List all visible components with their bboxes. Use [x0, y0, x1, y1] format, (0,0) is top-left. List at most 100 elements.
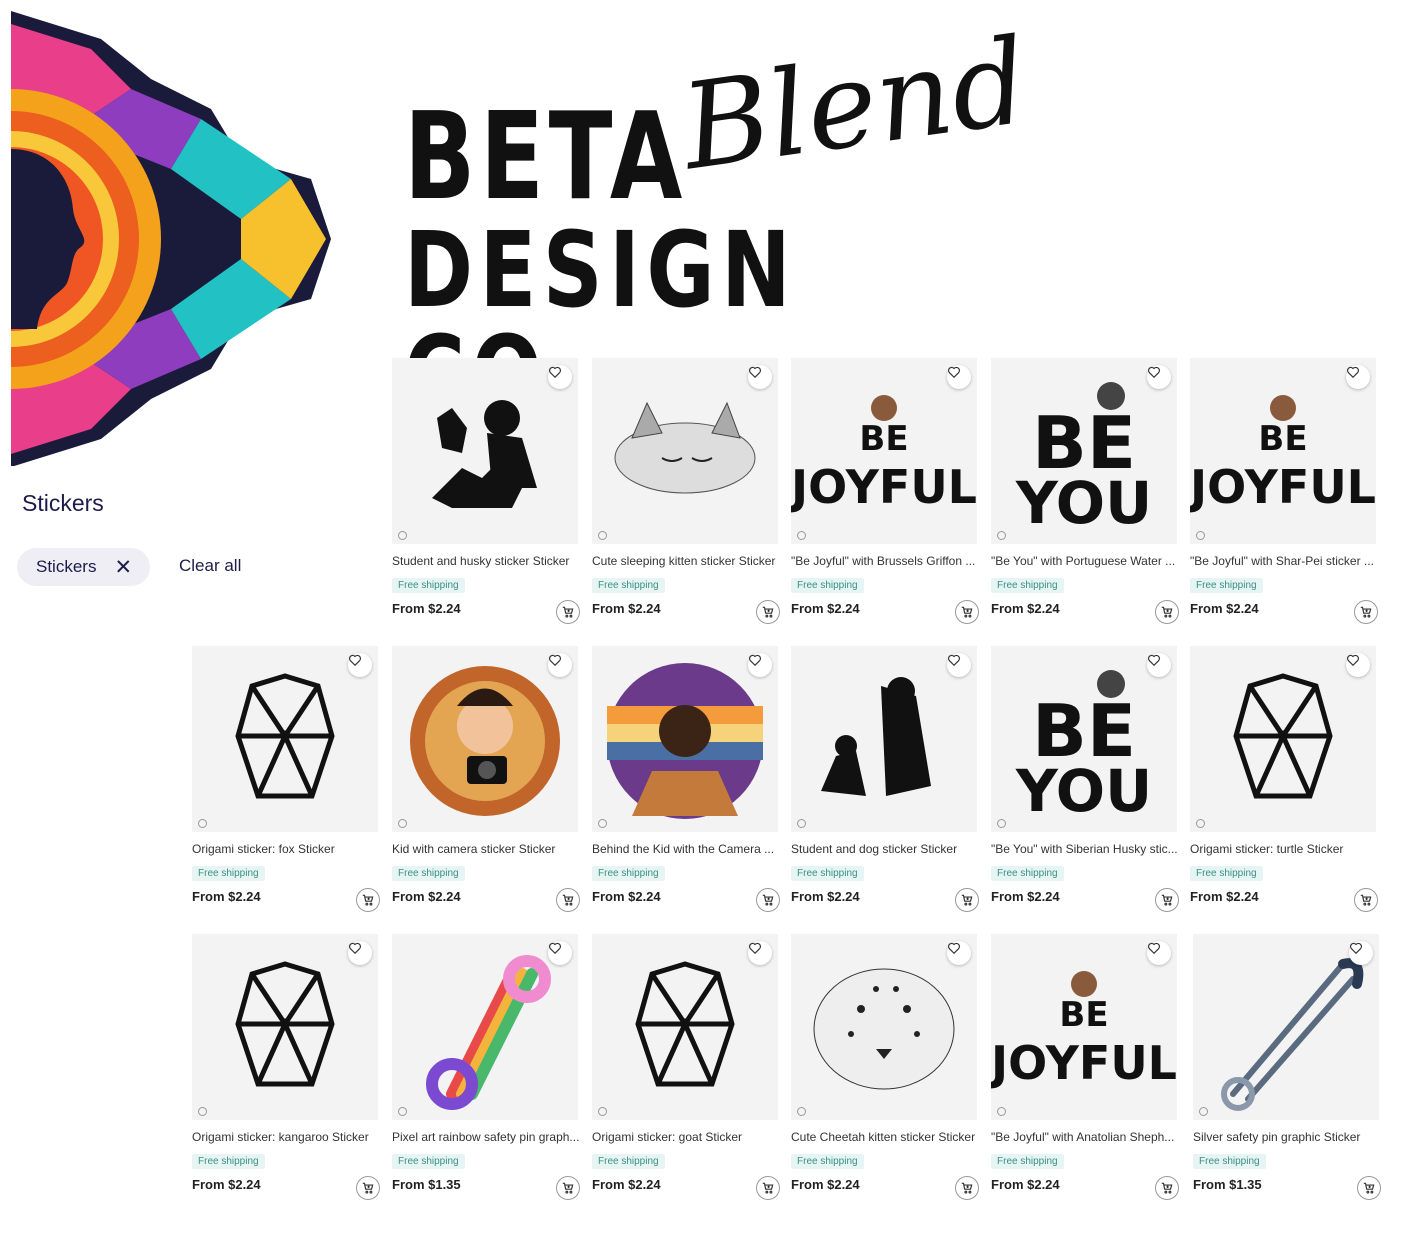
heart-icon[interactable]	[1147, 365, 1171, 389]
product-title[interactable]: Origami sticker: goat Sticker	[592, 1130, 780, 1144]
product-image[interactable]	[592, 934, 778, 1120]
add-to-cart-icon[interactable]	[955, 888, 979, 912]
add-to-cart-icon[interactable]	[756, 600, 780, 624]
info-icon[interactable]	[198, 819, 207, 828]
product-image[interactable]	[392, 646, 578, 832]
heart-icon[interactable]	[348, 653, 372, 677]
add-to-cart-icon[interactable]	[556, 888, 580, 912]
add-to-cart-icon[interactable]	[356, 1176, 380, 1200]
product-image[interactable]	[592, 358, 778, 544]
filter-chip-stickers[interactable]: Stickers ✕	[17, 548, 150, 586]
product-card[interactable]: Silver safety pin graphic Sticker Free sh…	[1193, 934, 1381, 1200]
product-card[interactable]: Origami sticker: goat Sticker Free shippi…	[592, 934, 780, 1200]
heart-icon[interactable]	[748, 941, 772, 965]
product-image[interactable]: BE YOU	[991, 358, 1177, 544]
product-title[interactable]: Origami sticker: kangaroo Sticker	[192, 1130, 380, 1144]
product-title[interactable]: Student and dog sticker Sticker	[791, 842, 979, 856]
add-to-cart-icon[interactable]	[1354, 600, 1378, 624]
product-image[interactable]	[192, 934, 378, 1120]
info-icon[interactable]	[797, 819, 806, 828]
product-card[interactable]: Origami sticker: turtle Sticker Free ship…	[1190, 646, 1378, 912]
product-title[interactable]: Kid with camera sticker Sticker	[392, 842, 580, 856]
product-card[interactable]: Student and dog sticker Sticker Free ship…	[791, 646, 979, 912]
product-title[interactable]: Behind the Kid with the Camera ...	[592, 842, 780, 856]
add-to-cart-icon[interactable]	[1354, 888, 1378, 912]
info-icon[interactable]	[598, 819, 607, 828]
heart-icon[interactable]	[1346, 365, 1370, 389]
heart-icon[interactable]	[1147, 941, 1171, 965]
info-icon[interactable]	[198, 1107, 207, 1116]
heart-icon[interactable]	[947, 941, 971, 965]
heart-icon[interactable]	[548, 653, 572, 677]
info-icon[interactable]	[997, 531, 1006, 540]
add-to-cart-icon[interactable]	[1357, 1176, 1381, 1200]
product-title[interactable]: "Be You" with Siberian Husky stic...	[991, 842, 1179, 856]
product-image[interactable]	[192, 646, 378, 832]
add-to-cart-icon[interactable]	[1155, 1176, 1179, 1200]
heart-icon[interactable]	[748, 653, 772, 677]
add-to-cart-icon[interactable]	[756, 1176, 780, 1200]
heart-icon[interactable]	[947, 365, 971, 389]
product-title[interactable]: Origami sticker: turtle Sticker	[1190, 842, 1378, 856]
product-title[interactable]: "Be Joyful" with Shar-Pei sticker ...	[1190, 554, 1378, 568]
product-card[interactable]: BE YOU "Be You" with Portuguese Water ... F…	[991, 358, 1179, 624]
product-image[interactable]	[791, 934, 977, 1120]
product-image[interactable]	[392, 934, 578, 1120]
info-icon[interactable]	[997, 1107, 1006, 1116]
product-image[interactable]: BE JOYFUL	[1190, 358, 1376, 544]
heart-icon[interactable]	[1346, 653, 1370, 677]
info-icon[interactable]	[398, 819, 407, 828]
add-to-cart-icon[interactable]	[955, 1176, 979, 1200]
product-image[interactable]	[592, 646, 778, 832]
add-to-cart-icon[interactable]	[955, 600, 979, 624]
product-card[interactable]: BE JOYFUL "Be Joyful" with Shar-Pei sticke…	[1190, 358, 1378, 624]
product-image[interactable]	[1193, 934, 1379, 1120]
heart-icon[interactable]	[947, 653, 971, 677]
add-to-cart-icon[interactable]	[356, 888, 380, 912]
info-icon[interactable]	[598, 1107, 607, 1116]
product-card[interactable]: Pixel art rainbow safety pin graph... Fre…	[392, 934, 580, 1200]
add-to-cart-icon[interactable]	[556, 600, 580, 624]
info-icon[interactable]	[997, 819, 1006, 828]
product-card[interactable]: Origami sticker: kangaroo Sticker Free sh…	[192, 934, 380, 1200]
add-to-cart-icon[interactable]	[1155, 600, 1179, 624]
info-icon[interactable]	[1196, 819, 1205, 828]
close-icon[interactable]: ✕	[114, 557, 132, 578]
clear-all-link[interactable]: Clear all	[179, 556, 241, 576]
product-card[interactable]: Behind the Kid with the Camera ... Free s…	[592, 646, 780, 912]
product-title[interactable]: "Be Joyful" with Anatolian Sheph...	[991, 1130, 1179, 1144]
product-card[interactable]: Cute Cheetah kitten sticker Sticker Free …	[791, 934, 979, 1200]
product-title[interactable]: "Be You" with Portuguese Water ...	[991, 554, 1179, 568]
product-card[interactable]: Kid with camera sticker Sticker Free ship…	[392, 646, 580, 912]
add-to-cart-icon[interactable]	[556, 1176, 580, 1200]
info-icon[interactable]	[1196, 531, 1205, 540]
product-title[interactable]: Origami sticker: fox Sticker	[192, 842, 380, 856]
product-title[interactable]: Pixel art rainbow safety pin graph...	[392, 1130, 580, 1144]
product-card[interactable]: BE JOYFUL "Be Joyful" with Brussels Griffo…	[791, 358, 979, 624]
product-card[interactable]: Origami sticker: fox Sticker Free shippin…	[192, 646, 380, 912]
add-to-cart-icon[interactable]	[756, 888, 780, 912]
info-icon[interactable]	[797, 1107, 806, 1116]
product-image[interactable]: BE YOU	[991, 646, 1177, 832]
product-title[interactable]: Student and husky sticker Sticker	[392, 554, 580, 568]
heart-icon[interactable]	[348, 941, 372, 965]
product-image[interactable]: BE JOYFUL	[791, 358, 977, 544]
product-card[interactable]: Student and husky sticker Sticker Free sh…	[392, 358, 580, 624]
product-title[interactable]: "Be Joyful" with Brussels Griffon ...	[791, 554, 979, 568]
product-card[interactable]: Cute sleeping kitten sticker Sticker Free…	[592, 358, 780, 624]
heart-icon[interactable]	[1147, 653, 1171, 677]
info-icon[interactable]	[1199, 1107, 1208, 1116]
info-icon[interactable]	[598, 531, 607, 540]
product-title[interactable]: Cute sleeping kitten sticker Sticker	[592, 554, 780, 568]
heart-icon[interactable]	[548, 941, 572, 965]
add-to-cart-icon[interactable]	[1155, 888, 1179, 912]
product-card[interactable]: BE YOU "Be You" with Siberian Husky stic..…	[991, 646, 1179, 912]
info-icon[interactable]	[797, 531, 806, 540]
heart-icon[interactable]	[748, 365, 772, 389]
product-card[interactable]: BE JOYFUL "Be Joyful" with Anatolian Sheph…	[991, 934, 1179, 1200]
product-title[interactable]: Silver safety pin graphic Sticker	[1193, 1130, 1381, 1144]
product-title[interactable]: Cute Cheetah kitten sticker Sticker	[791, 1130, 979, 1144]
heart-icon[interactable]	[1349, 941, 1373, 965]
product-image[interactable]	[392, 358, 578, 544]
product-image[interactable]: BE JOYFUL	[991, 934, 1177, 1120]
